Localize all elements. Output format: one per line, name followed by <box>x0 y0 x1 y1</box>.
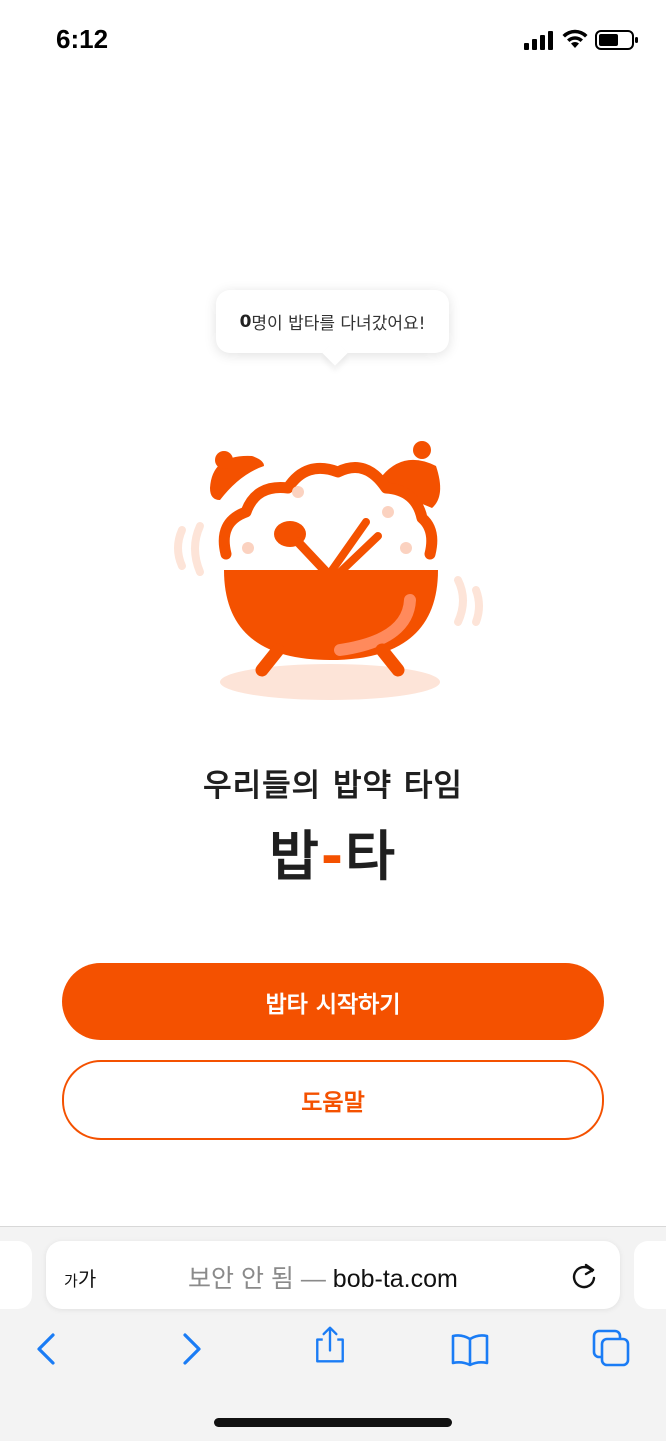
tabs-icon[interactable] <box>592 1329 632 1369</box>
visitor-count-label: 명이 밥타를 다녀갔어요! <box>251 314 426 334</box>
tagline: 우리들의 밥약 타임 <box>203 768 463 804</box>
previous-tab-preview[interactable] <box>0 1241 32 1309</box>
chevron-left-icon[interactable] <box>28 1329 68 1369</box>
url-field[interactable]: 보안 안 됨 — bob-ta.com <box>188 1259 458 1295</box>
reload-icon[interactable] <box>570 1262 598 1290</box>
status-time: 6:12 <box>56 24 109 54</box>
app-title: 밥-타 <box>0 812 666 891</box>
text-size-label-small: 가 <box>64 1272 78 1290</box>
text-size-label-large: 가 <box>77 1267 97 1291</box>
help-button[interactable]: 도움말 <box>62 1060 604 1140</box>
cellular-signal-icon <box>524 31 553 50</box>
address-bar[interactable]: 가가 보안 안 됨 — bob-ta.com <box>46 1241 620 1309</box>
wifi-icon <box>562 29 588 48</box>
status-bar: 6:12 <box>0 0 666 80</box>
book-icon[interactable] <box>450 1329 490 1369</box>
text-size-button[interactable]: 가가 <box>64 1263 96 1292</box>
rice-bowl-alarm-clock-icon <box>174 441 483 700</box>
security-label: 보안 안 됨 — <box>188 1265 333 1293</box>
visitor-count-tooltip: 0 명이 밥타를 다녀갔어요! <box>216 290 449 353</box>
browser-toolbar: 가가 보안 안 됨 — bob-ta.com <box>0 1226 666 1441</box>
visitor-count: 0 <box>239 311 252 332</box>
app-title-dash: - <box>320 825 346 888</box>
share-icon[interactable] <box>310 1325 350 1365</box>
start-button[interactable]: 밥타 시작하기 <box>62 963 604 1040</box>
next-tab-preview[interactable] <box>634 1241 666 1309</box>
battery-icon <box>595 30 638 50</box>
home-indicator[interactable] <box>214 1418 452 1427</box>
domain-label: bob-ta.com <box>332 1265 458 1293</box>
chevron-right-icon[interactable] <box>170 1329 210 1369</box>
app-title-part2: 타 <box>345 825 397 888</box>
app-title-part1: 밥 <box>269 825 321 888</box>
